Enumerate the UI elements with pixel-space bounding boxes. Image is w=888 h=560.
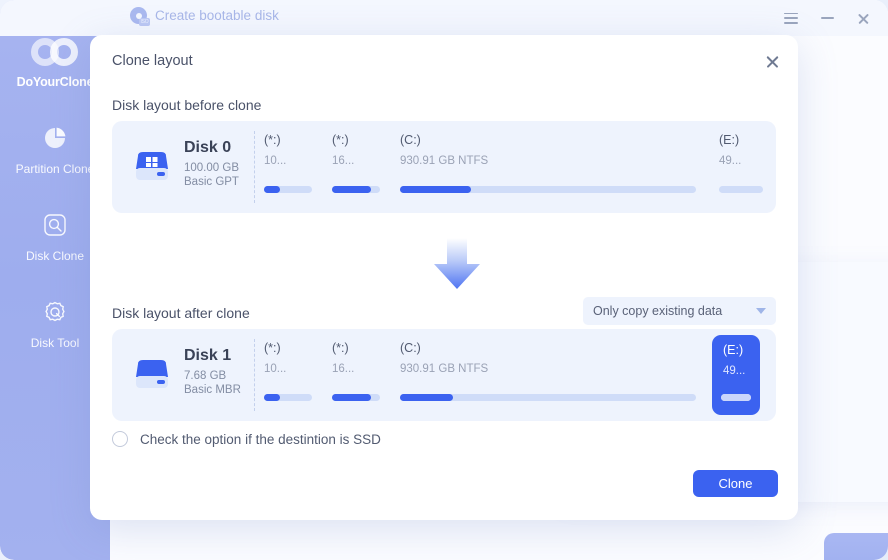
partition-size: 10... (264, 363, 287, 375)
partition-block[interactable]: (*:) 10... (262, 341, 314, 409)
ssd-option-row[interactable]: Check the option if the destintion is SS… (112, 431, 381, 447)
application-window: DoYourClone Partition Clone Disk Clone D… (0, 0, 888, 560)
partition-size: 49... (723, 365, 746, 377)
partition-block[interactable]: (*:) 16... (330, 133, 382, 201)
chevron-down-icon (756, 308, 766, 314)
partition-letter: (E:) (719, 133, 740, 147)
disk-search-icon (40, 210, 70, 240)
background-action-button[interactable] (824, 533, 888, 560)
hamburger-menu-icon[interactable] (780, 7, 802, 29)
partition-usage-bar (332, 186, 380, 193)
divider (254, 339, 255, 411)
partition-block[interactable]: (*:) 10... (262, 133, 314, 201)
partition-usage-fill (332, 394, 372, 401)
windows-disk-icon (130, 145, 174, 189)
partition-block[interactable]: (C:) 930.91 GB NTFS (398, 133, 698, 201)
partition-usage-bar (721, 394, 751, 401)
before-clone-label: Disk layout before clone (112, 97, 262, 113)
app-root: DoYourClone Partition Clone Disk Clone D… (0, 0, 888, 560)
sidebar-item-label: Disk Tool (30, 336, 80, 350)
partition-list-before: (*:) 10... (*:) 16... (C:) 930.91 GB NTFS (E:)… (262, 133, 766, 201)
partition-letter: (C:) (400, 341, 421, 355)
partition-letter: (E:) (723, 343, 744, 357)
partition-usage-bar (400, 186, 696, 193)
dialog-title: Clone layout (112, 53, 193, 69)
window-title-bar: ISO Create bootable disk (0, 0, 888, 36)
after-clone-label: Disk layout after clone (112, 305, 250, 321)
partition-usage-bar (400, 394, 696, 401)
window-close-icon[interactable] (852, 7, 874, 29)
partition-usage-fill (400, 186, 472, 193)
disk-layout-after-panel: Disk 1 7.68 GB Basic MBR (*:) 10... (*:) 16… (112, 329, 776, 421)
partition-usage-fill (721, 394, 751, 401)
partition-usage-fill (264, 186, 281, 193)
divider (254, 131, 255, 203)
partition-usage-bar (719, 186, 763, 193)
copy-mode-value: Only copy existing data (593, 304, 723, 318)
partition-block[interactable]: (E:) 49... (712, 335, 760, 415)
create-bootable-disk-label: Create bootable disk (155, 8, 279, 23)
partition-letter: (*:) (264, 133, 281, 147)
pie-chart-icon (40, 123, 70, 153)
gear-wrench-icon (40, 297, 70, 327)
partition-letter: (*:) (332, 133, 349, 147)
ssd-option-checkbox[interactable] (112, 431, 128, 447)
sidebar-item-label: Disk Clone (25, 249, 85, 263)
dialog-close-icon[interactable] (765, 54, 780, 69)
partition-size: 930.91 GB NTFS (400, 363, 489, 375)
window-controls (780, 6, 874, 30)
partition-usage-fill (332, 186, 372, 193)
partition-letter: (C:) (400, 133, 421, 147)
minimize-icon[interactable] (816, 7, 838, 29)
partition-usage-fill (264, 394, 281, 401)
brand-name: DoYourClone (16, 75, 94, 89)
partition-usage-bar (264, 186, 312, 193)
partition-usage-bar (332, 394, 380, 401)
ssd-option-label: Check the option if the destintion is SS… (140, 431, 381, 447)
infinity-logo-icon (31, 38, 79, 66)
partition-block[interactable]: (C:) 930.91 GB NTFS (398, 341, 698, 409)
partition-size: 10... (264, 155, 287, 167)
iso-tag-label: ISO (139, 18, 150, 26)
partition-usage-bar (264, 394, 312, 401)
copy-mode-dropdown[interactable]: Only copy existing data (583, 297, 776, 325)
create-bootable-disk-button[interactable]: ISO Create bootable disk (130, 7, 279, 26)
partition-size: 49... (719, 155, 742, 167)
clone-button[interactable]: Clone (693, 470, 778, 497)
partition-list-after: (*:) 10... (*:) 16... (C:) 930.91 GB NTFS (E:)… (262, 335, 766, 415)
partition-letter: (*:) (332, 341, 349, 355)
partition-block[interactable]: (*:) 16... (330, 341, 382, 409)
partition-size: 930.91 GB NTFS (400, 155, 489, 167)
partition-size: 16... (332, 363, 355, 375)
sidebar-item-label: Partition Clone (15, 162, 95, 176)
disk-layout-before-panel: Disk 0 100.00 GB Basic GPT (*:) 10... (*:)… (112, 121, 776, 213)
clone-layout-dialog: Clone layout Disk layout before clone Di… (90, 35, 798, 520)
partition-usage-fill (400, 394, 454, 401)
iso-disc-icon: ISO (130, 7, 150, 26)
arrow-down-icon (427, 238, 487, 290)
partition-block[interactable]: (E:) 49... (717, 133, 765, 201)
partition-letter: (*:) (264, 341, 281, 355)
partition-size: 16... (332, 155, 355, 167)
disk-icon (130, 353, 174, 397)
